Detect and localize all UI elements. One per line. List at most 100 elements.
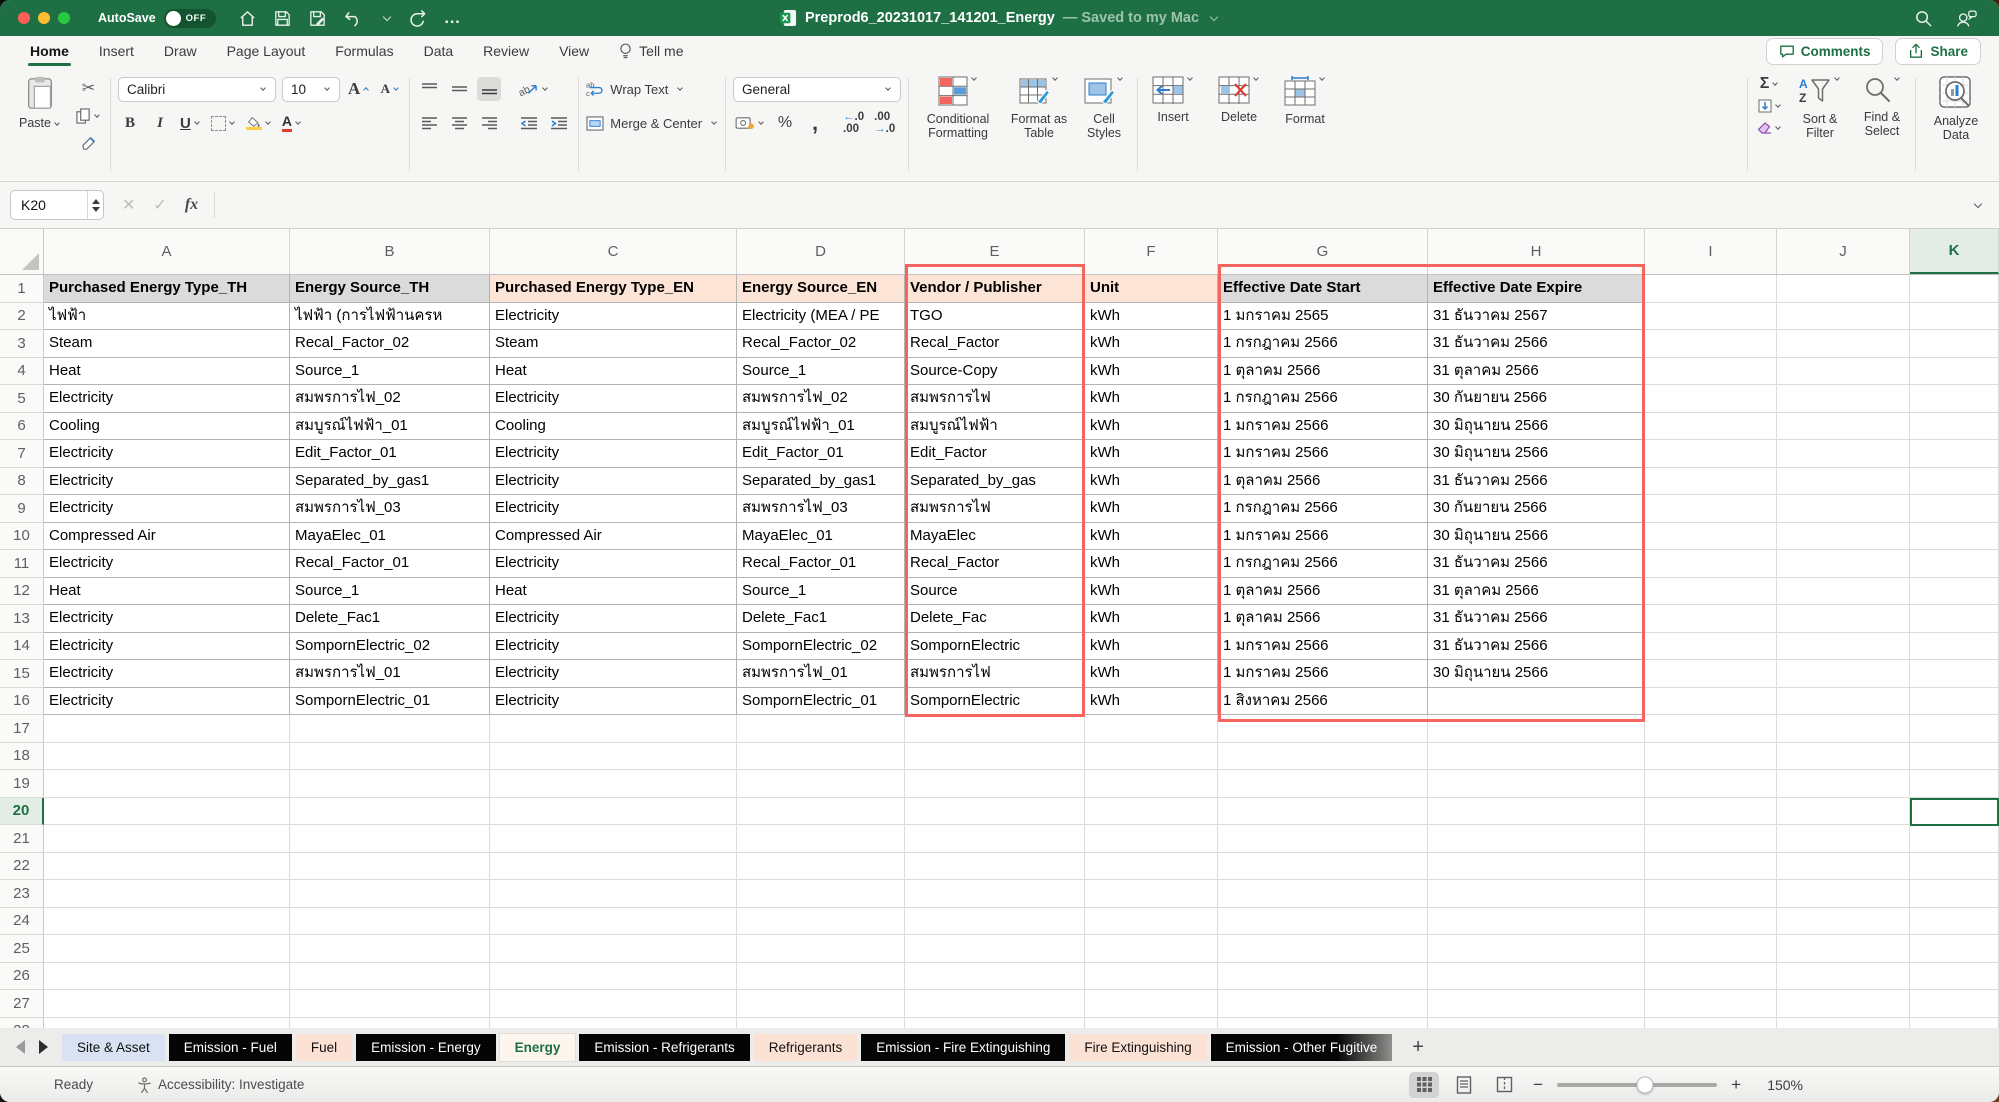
- cell-A22[interactable]: [44, 853, 290, 881]
- cell-H3[interactable]: 31 ธันวาคม 2566: [1428, 330, 1645, 358]
- add-sheet-button[interactable]: +: [1404, 1036, 1432, 1059]
- cell-B3[interactable]: Recal_Factor_02: [290, 330, 490, 358]
- cell-H10[interactable]: 30 มิถุนายน 2566: [1428, 523, 1645, 551]
- ribbon-tab-page-layout[interactable]: Page Layout: [227, 36, 306, 66]
- sheet-tab-emission-refrigerants[interactable]: Emission - Refrigerants: [579, 1034, 749, 1061]
- fill-button[interactable]: [1755, 96, 1784, 116]
- cell-C2[interactable]: Electricity: [490, 303, 737, 331]
- cell-F26[interactable]: [1085, 963, 1218, 991]
- zoom-window-button[interactable]: [58, 12, 70, 24]
- ribbon-tab-formulas[interactable]: Formulas: [335, 36, 393, 66]
- row-header-6[interactable]: 6: [0, 413, 44, 441]
- cell-J19[interactable]: [1777, 770, 1910, 798]
- cell-H22[interactable]: [1428, 853, 1645, 881]
- cell-G15[interactable]: 1 มกราคม 2566: [1218, 660, 1428, 688]
- column-header-J[interactable]: J: [1777, 229, 1910, 274]
- copy-button[interactable]: [74, 104, 103, 128]
- cell-H16[interactable]: [1428, 688, 1645, 716]
- cell-styles-button[interactable]: Cell Styles: [1078, 72, 1130, 177]
- cell-F15[interactable]: kWh: [1085, 660, 1218, 688]
- cell-I24[interactable]: [1645, 908, 1777, 936]
- column-header-K[interactable]: K: [1910, 229, 1999, 274]
- cell-K13[interactable]: [1910, 605, 1999, 633]
- cell-D1[interactable]: Energy Source_EN: [737, 275, 905, 303]
- cell-C27[interactable]: [490, 990, 737, 1018]
- cell-G6[interactable]: 1 มกราคม 2566: [1218, 413, 1428, 441]
- minimize-window-button[interactable]: [38, 12, 50, 24]
- cell-K28[interactable]: [1910, 1018, 1999, 1029]
- row-header-20[interactable]: 20: [0, 798, 44, 826]
- cell-K12[interactable]: [1910, 578, 1999, 606]
- cell-K16[interactable]: [1910, 688, 1999, 716]
- cell-I10[interactable]: [1645, 523, 1777, 551]
- insert-cells-button[interactable]: Insert: [1145, 72, 1201, 177]
- cell-H28[interactable]: [1428, 1018, 1645, 1029]
- sheet-nav-left-icon[interactable]: [16, 1040, 25, 1054]
- cell-F14[interactable]: kWh: [1085, 633, 1218, 661]
- cell-G17[interactable]: [1218, 715, 1428, 743]
- cell-K11[interactable]: [1910, 550, 1999, 578]
- ribbon-tab-home[interactable]: Home: [30, 36, 69, 66]
- bold-button[interactable]: B: [118, 111, 142, 135]
- decrease-indent-button[interactable]: [517, 111, 541, 135]
- cell-E9[interactable]: สมพรการไฟ: [905, 495, 1085, 523]
- cell-K25[interactable]: [1910, 935, 1999, 963]
- cell-E25[interactable]: [905, 935, 1085, 963]
- cell-H13[interactable]: 31 ธันวาคม 2566: [1428, 605, 1645, 633]
- column-header-C[interactable]: C: [490, 229, 737, 274]
- row-header-13[interactable]: 13: [0, 605, 44, 633]
- cell-J13[interactable]: [1777, 605, 1910, 633]
- cell-F12[interactable]: kWh: [1085, 578, 1218, 606]
- cell-D10[interactable]: MayaElec_01: [737, 523, 905, 551]
- cell-C3[interactable]: Steam: [490, 330, 737, 358]
- cell-A23[interactable]: [44, 880, 290, 908]
- cell-I18[interactable]: [1645, 743, 1777, 771]
- row-header-24[interactable]: 24: [0, 908, 44, 936]
- cell-E14[interactable]: SompornElectric: [905, 633, 1085, 661]
- cell-B7[interactable]: Edit_Factor_01: [290, 440, 490, 468]
- cell-K2[interactable]: [1910, 303, 1999, 331]
- cell-C14[interactable]: Electricity: [490, 633, 737, 661]
- tell-me-button[interactable]: Tell me: [619, 43, 683, 60]
- cell-B19[interactable]: [290, 770, 490, 798]
- cell-C4[interactable]: Heat: [490, 358, 737, 386]
- cell-F7[interactable]: kWh: [1085, 440, 1218, 468]
- cell-C10[interactable]: Compressed Air: [490, 523, 737, 551]
- cell-A12[interactable]: Heat: [44, 578, 290, 606]
- cell-J16[interactable]: [1777, 688, 1910, 716]
- cell-J22[interactable]: [1777, 853, 1910, 881]
- cell-D15[interactable]: สมพรการไฟ_01: [737, 660, 905, 688]
- cell-G7[interactable]: 1 มกราคม 2566: [1218, 440, 1428, 468]
- cell-E19[interactable]: [905, 770, 1085, 798]
- cell-I8[interactable]: [1645, 468, 1777, 496]
- cell-C18[interactable]: [490, 743, 737, 771]
- cell-I4[interactable]: [1645, 358, 1777, 386]
- cell-F6[interactable]: kWh: [1085, 413, 1218, 441]
- cell-E5[interactable]: สมพรการไฟ: [905, 385, 1085, 413]
- cell-G13[interactable]: 1 ตุลาคม 2566: [1218, 605, 1428, 633]
- cell-H23[interactable]: [1428, 880, 1645, 908]
- cell-K27[interactable]: [1910, 990, 1999, 1018]
- cell-A19[interactable]: [44, 770, 290, 798]
- cell-A14[interactable]: Electricity: [44, 633, 290, 661]
- cut-button[interactable]: ✂: [74, 76, 103, 100]
- column-header-D[interactable]: D: [737, 229, 905, 274]
- cell-H12[interactable]: 31 ตุลาคม 2566: [1428, 578, 1645, 606]
- cell-D26[interactable]: [737, 963, 905, 991]
- comments-button[interactable]: Comments: [1766, 38, 1884, 65]
- cell-C8[interactable]: Electricity: [490, 468, 737, 496]
- cell-D7[interactable]: Edit_Factor_01: [737, 440, 905, 468]
- cell-D9[interactable]: สมพรการไฟ_03: [737, 495, 905, 523]
- column-header-I[interactable]: I: [1645, 229, 1777, 274]
- row-header-5[interactable]: 5: [0, 385, 44, 413]
- cell-G27[interactable]: [1218, 990, 1428, 1018]
- enter-icon[interactable]: ✓: [153, 195, 166, 215]
- cell-C19[interactable]: [490, 770, 737, 798]
- cell-I7[interactable]: [1645, 440, 1777, 468]
- cell-A2[interactable]: ไฟฟ้า: [44, 303, 290, 331]
- cell-F23[interactable]: [1085, 880, 1218, 908]
- cell-K18[interactable]: [1910, 743, 1999, 771]
- cell-I11[interactable]: [1645, 550, 1777, 578]
- cell-F18[interactable]: [1085, 743, 1218, 771]
- cell-E4[interactable]: Source-Copy: [905, 358, 1085, 386]
